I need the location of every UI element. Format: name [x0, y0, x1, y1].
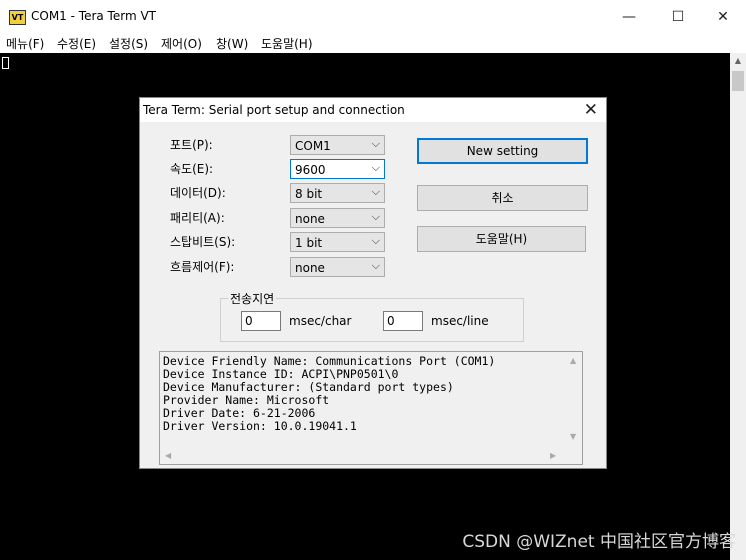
port-label: 포트(P): [170, 138, 213, 152]
device-info-box[interactable]: Device Friendly Name: Communications Por… [159, 351, 583, 465]
scroll-left-icon[interactable]: ◀ [165, 451, 171, 460]
chevron-down-icon: ⌵ [371, 137, 380, 150]
help-button[interactable]: 도움말(H) [417, 226, 586, 252]
menu-edit[interactable]: 수정(E) [57, 35, 96, 52]
speed-label: 속도(E): [170, 162, 214, 176]
teraterm-app-icon: VT [9, 10, 26, 25]
info-line-manufacturer: Device Manufacturer: (Standard port type… [163, 380, 454, 394]
chevron-down-icon: ⌵ [371, 161, 380, 174]
data-bits-select[interactable]: 8 bit ⌵ [290, 183, 385, 203]
info-line-instance-id: Device Instance ID: ACPI\PNP0501\0 [163, 367, 399, 381]
info-vertical-scrollbar[interactable]: ▲ ▼ [566, 352, 582, 448]
scroll-down-icon[interactable]: ▼ [570, 432, 576, 441]
chevron-down-icon: ⌵ [371, 185, 380, 198]
menu-file[interactable]: 메뉴(F) [6, 35, 44, 52]
dialog-titlebar: Tera Term: Serial port setup and connect… [140, 98, 606, 122]
port-value: COM1 [295, 139, 331, 153]
window-title: COM1 - Tera Term VT [31, 9, 156, 23]
parity-label: 패리티(A): [170, 211, 225, 225]
char-delay-input[interactable]: 0 [241, 311, 281, 331]
dialog-close-icon[interactable]: ✕ [584, 100, 598, 120]
cancel-button[interactable]: 취소 [417, 185, 588, 211]
chevron-down-icon: ⌵ [371, 210, 380, 223]
speed-select[interactable]: 9600 ⌵ [290, 159, 385, 179]
serial-port-dialog: Tera Term: Serial port setup and connect… [139, 97, 607, 469]
menu-help[interactable]: 도움말(H) [261, 35, 313, 52]
flow-control-select[interactable]: none ⌵ [290, 257, 385, 277]
scroll-thumb[interactable] [732, 71, 744, 91]
watermark: CSDN @WIZnet 中国社区官方博客 [462, 532, 736, 552]
flow-control-label: 흐름제어(F): [170, 260, 235, 274]
menu-window[interactable]: 창(W) [216, 35, 248, 52]
chevron-down-icon: ⌵ [371, 259, 380, 272]
info-line-friendly-name: Device Friendly Name: Communications Por… [163, 354, 496, 368]
scroll-up-icon[interactable]: ▲ [570, 356, 576, 365]
chevron-down-icon: ⌵ [371, 234, 380, 247]
scroll-right-icon[interactable]: ▶ [550, 451, 556, 460]
close-button[interactable]: ✕ [700, 4, 746, 30]
parity-value: none [295, 212, 325, 226]
speed-value: 9600 [295, 163, 326, 177]
line-delay-unit: msec/line [431, 314, 489, 328]
window-titlebar: VT COM1 - Tera Term VT — ☐ ✕ [0, 0, 746, 33]
data-label: 데이터(D): [170, 186, 226, 200]
line-delay-input[interactable]: 0 [383, 311, 423, 331]
stop-bits-value: 1 bit [295, 236, 323, 250]
menu-bar: 메뉴(F) 수정(E) 설정(S) 제어(O) 창(W) 도움말(H) [0, 33, 746, 54]
menu-setup[interactable]: 설정(S) [109, 35, 148, 52]
flow-control-value: none [295, 261, 325, 275]
char-delay-unit: msec/char [289, 314, 352, 328]
menu-control[interactable]: 제어(O) [161, 35, 202, 52]
new-setting-button[interactable]: New setting [417, 138, 588, 164]
terminal-scrollbar[interactable]: ▲ [730, 53, 746, 560]
terminal-cursor [2, 57, 9, 69]
port-select[interactable]: COM1 ⌵ [290, 135, 385, 155]
scroll-up-icon[interactable]: ▲ [730, 53, 746, 69]
info-horizontal-scrollbar[interactable]: ◀ ▶ [160, 448, 566, 464]
transmit-delay-label: 전송지연 [228, 290, 277, 307]
parity-select[interactable]: none ⌵ [290, 208, 385, 228]
info-line-provider: Provider Name: Microsoft [163, 393, 330, 407]
data-bits-value: 8 bit [295, 187, 323, 201]
stop-bits-label: 스탑비트(S): [170, 235, 236, 249]
maximize-button[interactable]: ☐ [655, 4, 701, 30]
info-line-driver-version: Driver Version: 10.0.19041.1 [163, 419, 357, 433]
info-line-driver-date: Driver Date: 6-21-2006 [163, 406, 316, 420]
stop-bits-select[interactable]: 1 bit ⌵ [290, 232, 385, 252]
dialog-title: Tera Term: Serial port setup and connect… [143, 103, 405, 117]
minimize-button[interactable]: — [606, 4, 652, 30]
